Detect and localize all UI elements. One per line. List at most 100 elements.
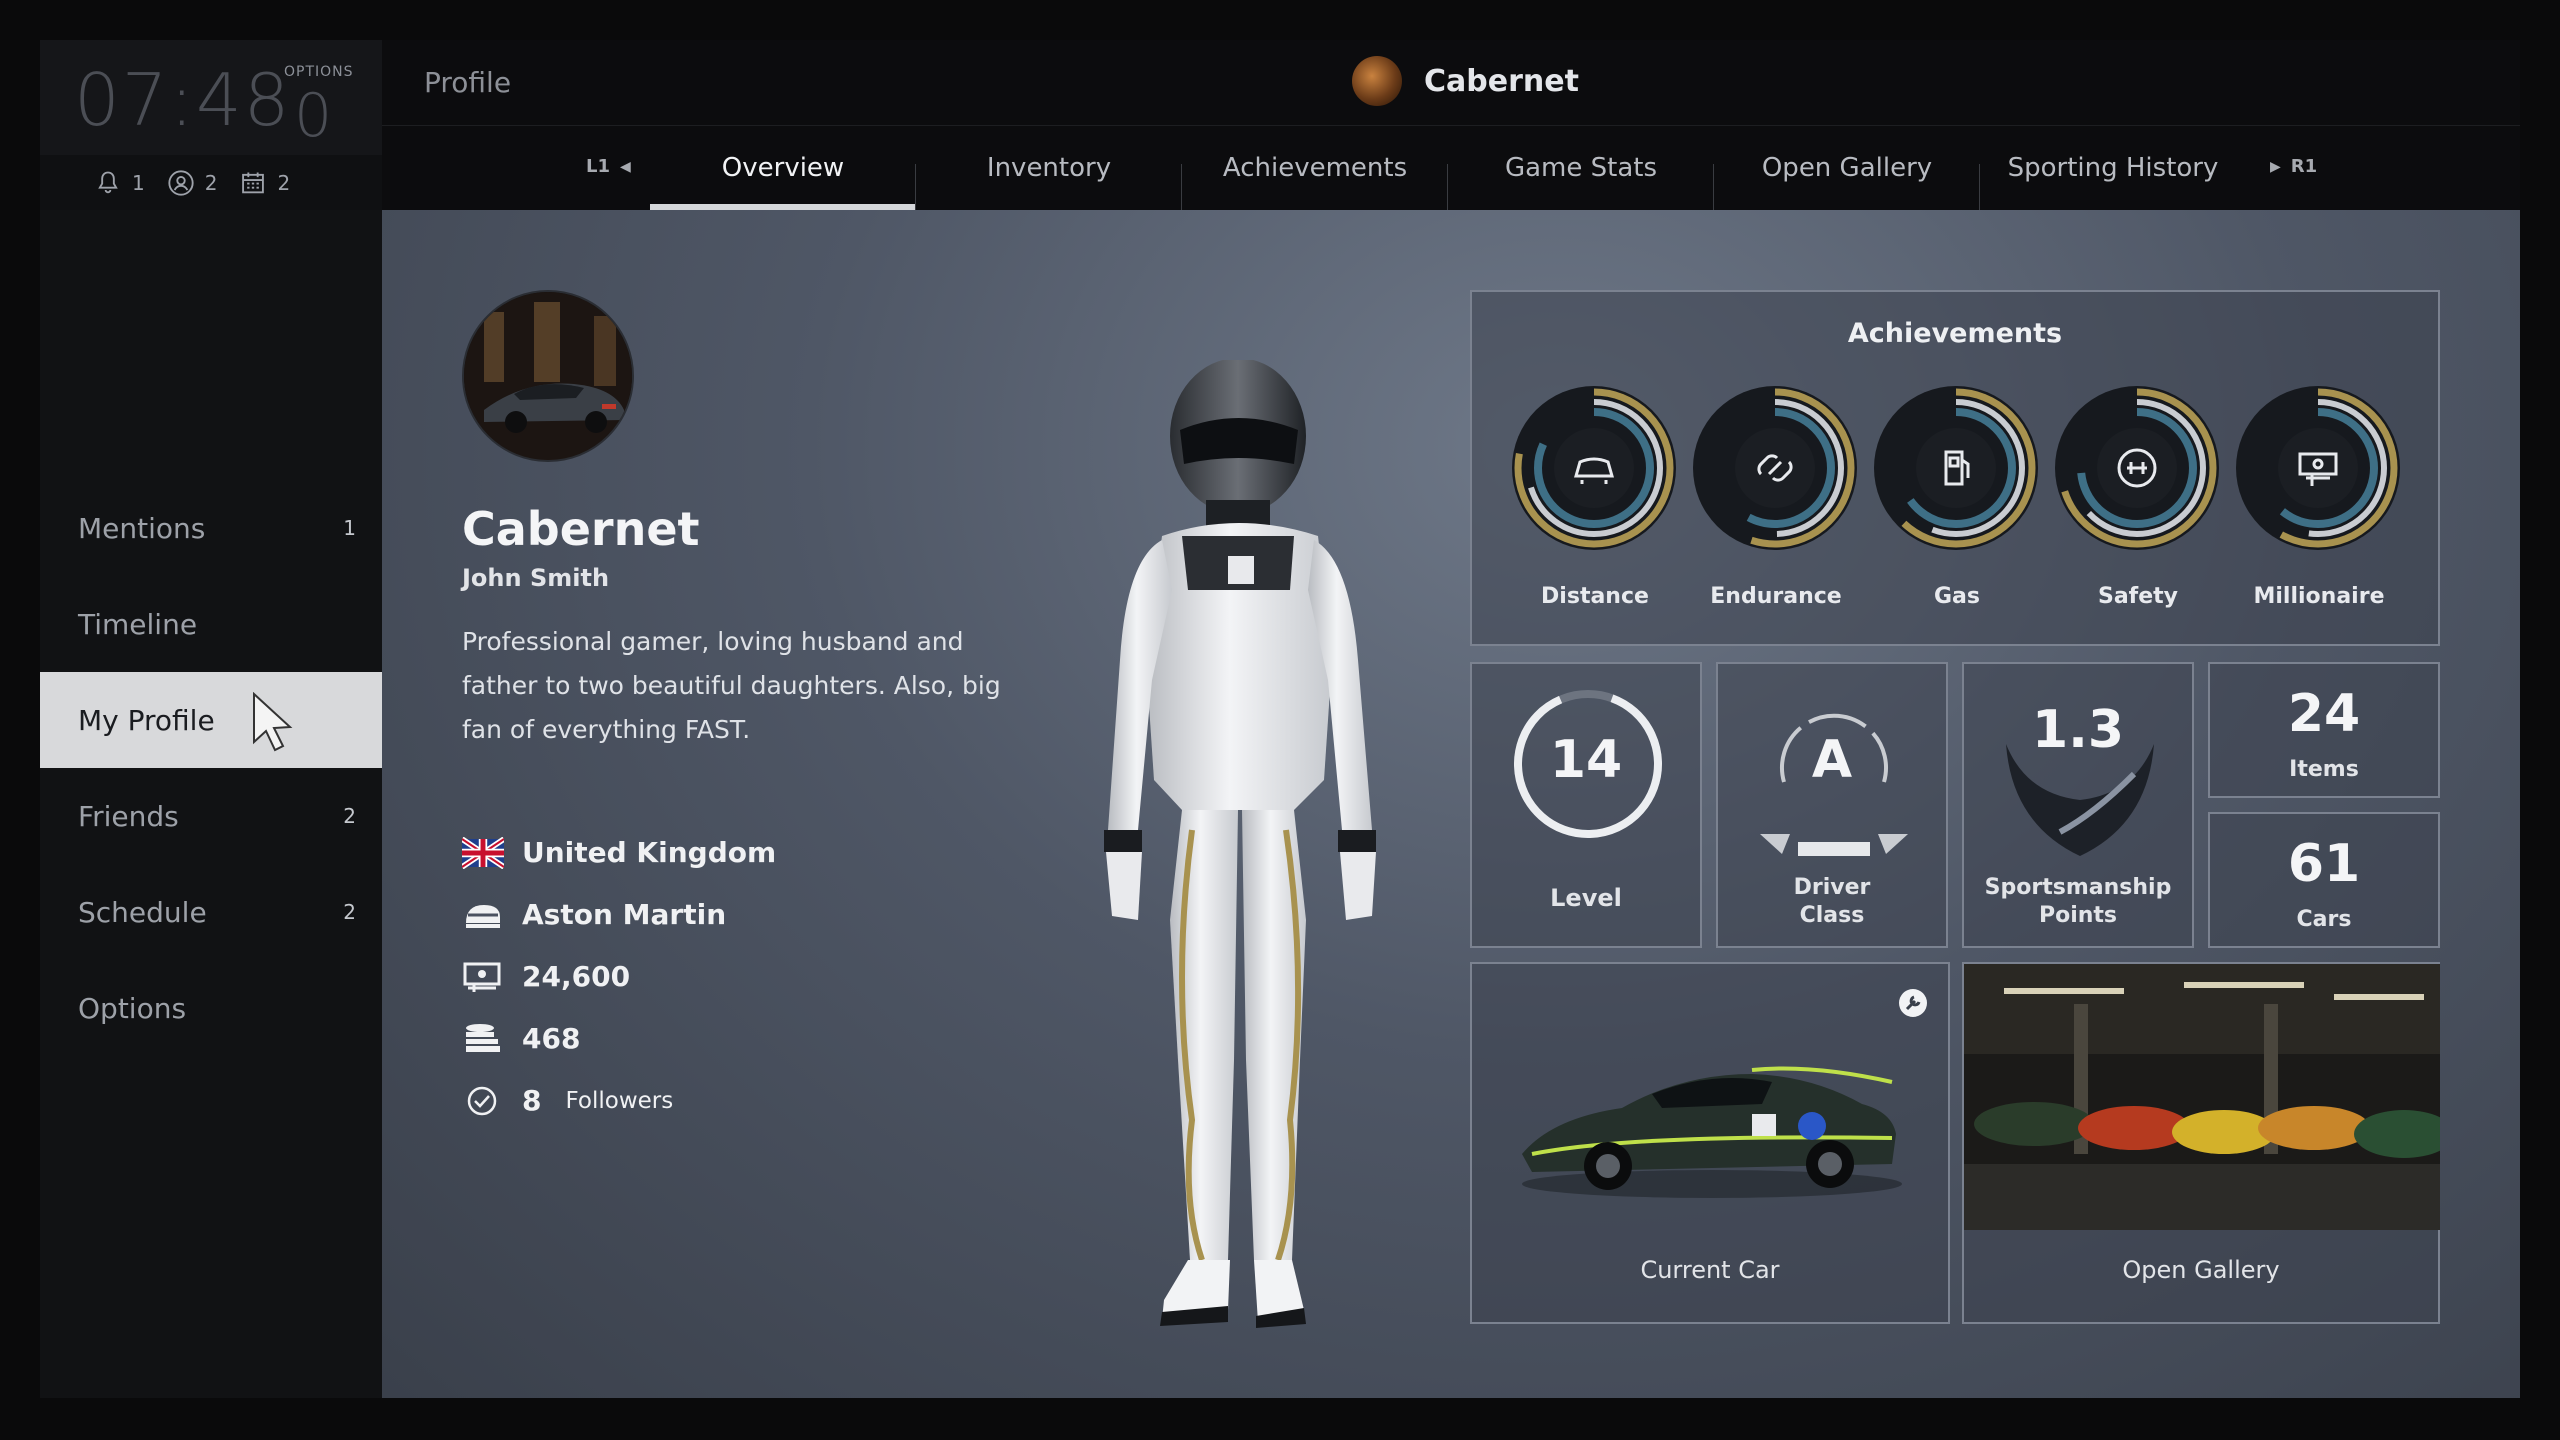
notification-bell[interactable]: 1: [94, 169, 145, 197]
achievement-label-millionaire: Millionaire: [2253, 584, 2385, 609]
current-car-tile[interactable]: Current Car: [1470, 962, 1950, 1324]
page-title: Profile: [424, 66, 512, 99]
achievement-label-endurance: Endurance: [1710, 584, 1842, 609]
achievement-ring-center: [1554, 428, 1634, 508]
achievement-label-distance: Distance: [1541, 584, 1649, 609]
items-card[interactable]: 24 Items: [2208, 662, 2440, 798]
sidebar-item-label: Mentions: [78, 511, 206, 545]
sidebar-item-friends[interactable]: Friends 2: [40, 768, 382, 864]
l1-label: L1: [586, 156, 610, 177]
race-car-image: [1522, 1066, 1902, 1198]
mileage-points-value: 468: [522, 1022, 581, 1055]
sidebar-item-count: 1: [343, 516, 356, 540]
notification-friends[interactable]: 2: [167, 169, 217, 197]
chevron-right-icon: ▶: [2270, 158, 2281, 175]
tab-label: Open Gallery: [1761, 153, 1933, 183]
notification-row: 1 2 2: [40, 155, 382, 210]
driver-class-label-2: Class: [1799, 903, 1865, 928]
sidebar-item-schedule[interactable]: Schedule 2: [40, 864, 382, 960]
cars-card[interactable]: 61 Cars: [2208, 812, 2440, 948]
real-name: John Smith: [462, 564, 610, 592]
clock-panel: 07:48 OPTIONS 0: [40, 40, 382, 155]
sidebar-item-mentions[interactable]: Mentions 1: [40, 480, 382, 576]
garage-gallery-image: [1964, 964, 2440, 1230]
sidebar-item-label: Options: [78, 991, 187, 1025]
followers-label: Followers: [565, 1087, 674, 1114]
credits-value: 24,600: [522, 960, 631, 993]
overview-panel: Cabernet John Smith Professional gamer, …: [382, 210, 2520, 1398]
tab-bar: L1 ◀ Overview Inventory Achievements Gam…: [382, 126, 2520, 210]
username: Cabernet: [1424, 63, 1579, 99]
friend-request-icon: [168, 169, 194, 196]
country-row: United Kingdom: [462, 836, 776, 869]
sidebar-item-my-profile[interactable]: My Profile: [40, 672, 382, 768]
calendar-icon: [242, 172, 265, 193]
mouse-pointer-icon: [253, 692, 293, 752]
tab-label: Game Stats: [1504, 153, 1658, 183]
driver-avatar-figure: [1104, 360, 1376, 1328]
level-card[interactable]: 14 Level: [1470, 662, 1702, 948]
tab-overview[interactable]: Overview: [650, 126, 916, 210]
car-photo-icon: [464, 292, 632, 460]
bell-icon: [98, 171, 118, 193]
followers-count: 8: [522, 1084, 542, 1117]
calendar-count: 2: [277, 170, 291, 195]
driver-class-label-1: Driver: [1793, 875, 1871, 900]
sidebar-item-options[interactable]: Options: [40, 960, 382, 1056]
driver-class-value: A: [1811, 730, 1853, 790]
player-name: Cabernet: [462, 502, 700, 556]
credits-row: 24,600: [462, 960, 630, 993]
tab-sporting-history[interactable]: Sporting History: [1980, 126, 2246, 210]
tab-achievements[interactable]: Achievements: [1182, 126, 1448, 210]
uk-flag-icon: [462, 836, 504, 869]
mileage-row: 468: [462, 1022, 580, 1055]
achievements-card[interactable]: Achievements Distance Endurance Gas Safe…: [1470, 290, 2440, 646]
options-label: OPTIONS: [284, 64, 354, 80]
achievement-ring-center: [1916, 428, 1996, 508]
bell-count: 1: [132, 170, 145, 195]
items-label: Items: [2289, 757, 2359, 782]
user-chip[interactable]: Cabernet: [1352, 56, 1579, 106]
helmet-icon: [466, 904, 500, 928]
r1-label: R1: [2290, 156, 2318, 177]
coins-stack-icon: [466, 1023, 500, 1052]
achievement-label-safety: Safety: [2097, 584, 2179, 609]
sidebar: 07:48 OPTIONS 0 1 2 2 Mentions 1 Timelin…: [40, 40, 382, 1398]
tab-inventory[interactable]: Inventory: [916, 126, 1182, 210]
l1-shoulder-button[interactable]: L1 ◀: [586, 156, 631, 177]
driver-class-card[interactable]: A Driver Class: [1716, 662, 1948, 948]
level-label: Level: [1550, 884, 1622, 912]
sidebar-item-timeline[interactable]: Timeline: [40, 576, 382, 672]
followers-row[interactable]: 8 Followers: [462, 1084, 673, 1117]
open-gallery-tile[interactable]: Open Gallery: [1962, 962, 2440, 1324]
money-icon: [463, 962, 501, 992]
check-circle-icon: [467, 1086, 497, 1115]
profile-avatar[interactable]: [462, 290, 634, 462]
cars-label: Cars: [2296, 907, 2352, 932]
wrench-icon[interactable]: [1898, 988, 1928, 1018]
sportsmanship-card[interactable]: 1.3 Sportsmanship Points: [1962, 662, 2194, 948]
sidebar-item-label: Timeline: [78, 607, 198, 641]
cars-value: 61: [2287, 834, 2361, 894]
tab-label: Inventory: [986, 153, 1112, 183]
notification-calendar[interactable]: 2: [239, 169, 290, 197]
sidebar-item-label: Schedule: [78, 895, 207, 929]
chevron-left-icon: ◀: [620, 158, 631, 175]
country-name: United Kingdom: [522, 836, 777, 869]
sidebar-item-count: 2: [343, 900, 356, 924]
header: Profile Cabernet: [382, 40, 2520, 126]
clock: 07:48: [74, 58, 292, 142]
current-car-label: Current Car: [1640, 1256, 1780, 1284]
tab-label: Overview: [721, 153, 845, 183]
tab-open-gallery[interactable]: Open Gallery: [1714, 126, 1980, 210]
r1-shoulder-button[interactable]: ▶ R1: [2270, 156, 2317, 177]
open-gallery-label: Open Gallery: [2122, 1256, 2280, 1284]
sportsmanship-label-2: Points: [2038, 903, 2118, 928]
profile-bio: Professional gamer, loving husband and f…: [462, 627, 1001, 744]
tab-label: Sporting History: [2007, 153, 2219, 183]
sidebar-item-label: My Profile: [78, 703, 215, 737]
avatar: [1352, 56, 1402, 106]
tab-game-stats[interactable]: Game Stats: [1448, 126, 1714, 210]
sportsmanship-value: 1.3: [2031, 700, 2125, 760]
options-value[interactable]: 0: [294, 86, 332, 146]
